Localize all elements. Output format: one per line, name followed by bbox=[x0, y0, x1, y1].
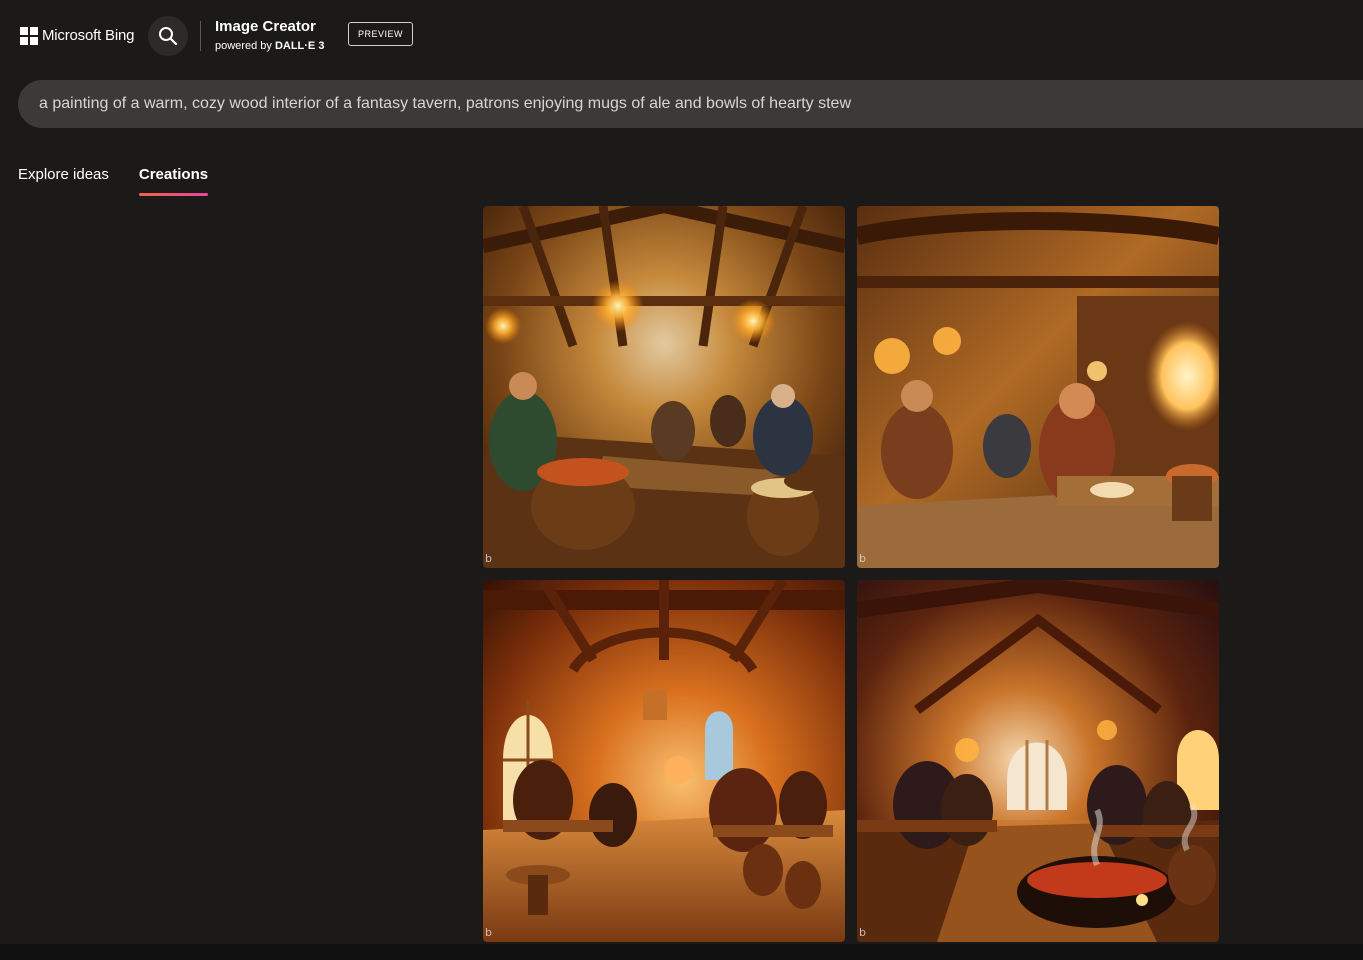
bing-watermark: b bbox=[859, 552, 866, 565]
tab-explore-ideas[interactable]: Explore ideas bbox=[18, 164, 109, 196]
tab-creations[interactable]: Creations bbox=[138, 164, 209, 196]
prompt-input[interactable] bbox=[39, 95, 1339, 113]
tavern-image-3[interactable]: b bbox=[483, 580, 845, 942]
tavern-painting-4 bbox=[857, 580, 1219, 942]
powered-by-line: powered by DALL·E 3 bbox=[215, 40, 324, 53]
tab-bar: Explore ideas Creations bbox=[18, 164, 238, 196]
prompt-bar bbox=[18, 80, 1363, 128]
preview-badge: PREVIEW bbox=[348, 22, 413, 46]
header-divider bbox=[200, 21, 201, 51]
bing-watermark: b bbox=[485, 552, 492, 565]
bottom-strip bbox=[0, 944, 1363, 960]
tavern-image-1[interactable]: b bbox=[483, 206, 845, 568]
powered-by-model: DALL·E 3 bbox=[274, 40, 325, 52]
tavern-painting-2 bbox=[857, 206, 1219, 568]
windows-logo-icon bbox=[20, 27, 38, 45]
product-title: Image Creator bbox=[215, 18, 316, 35]
header: Microsoft Bing Image Creator powered by … bbox=[0, 0, 1363, 72]
search-icon bbox=[159, 27, 178, 46]
tavern-painting-1 bbox=[483, 206, 845, 568]
tavern-painting-3 bbox=[483, 580, 845, 942]
image-results-grid: b b b b bbox=[483, 206, 1219, 942]
tavern-image-4[interactable]: b bbox=[857, 580, 1219, 942]
bing-watermark: b bbox=[859, 926, 866, 939]
tavern-image-2[interactable]: b bbox=[857, 206, 1219, 568]
bing-home-link[interactable]: Microsoft Bing bbox=[20, 26, 134, 46]
image-creator-page: Microsoft Bing Image Creator powered by … bbox=[0, 0, 1363, 960]
search-button[interactable] bbox=[148, 16, 188, 56]
brand-name: Microsoft Bing bbox=[42, 27, 135, 44]
powered-by-prefix: powered by bbox=[215, 40, 272, 52]
bing-watermark: b bbox=[485, 926, 492, 939]
